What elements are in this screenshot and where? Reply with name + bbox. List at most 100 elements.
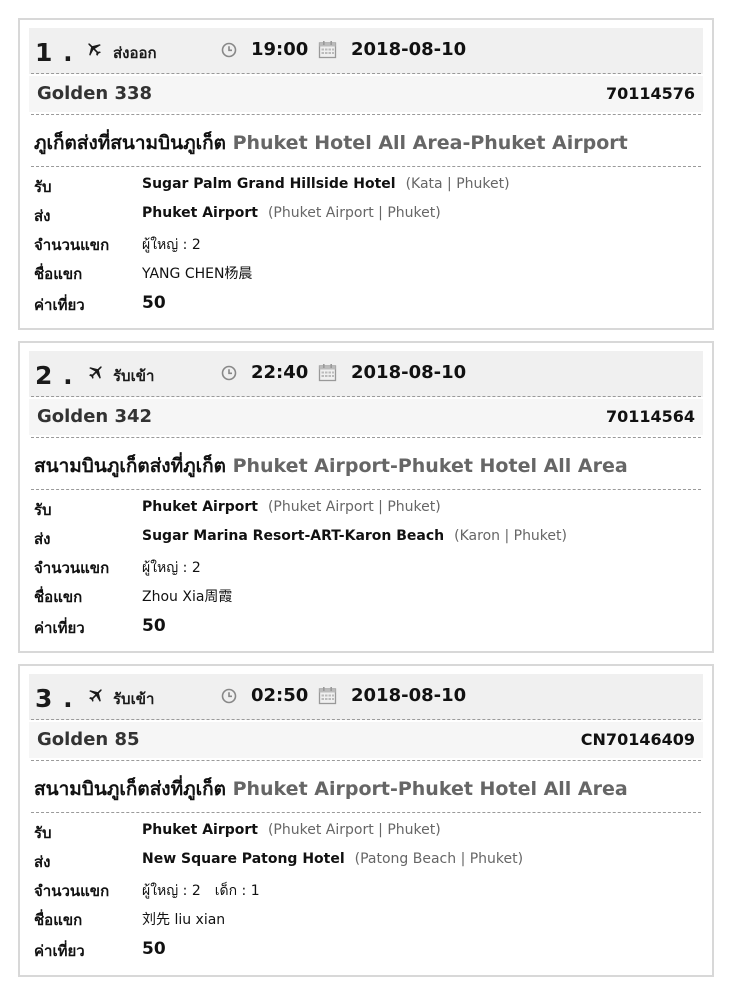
route-title: สนามบินภูเก็ตส่งที่ภูเก็ต Phuket Airport…: [34, 451, 628, 481]
booking-card: 3 . รับเข้า 02:50 2018-08-10 Golden 85 C…: [18, 664, 714, 977]
trip-type-label: ส่งออก: [113, 44, 157, 62]
booking-number: 3 .: [35, 684, 74, 713]
guest-count-value: ผู้ใหญ่ : 2: [142, 234, 201, 256]
clock-icon: [221, 365, 237, 381]
dropoff-value: Sugar Marina Resort-ART-Karon Beach (Karo…: [142, 528, 567, 544]
guest-name-label: ชื่อแขก: [34, 911, 83, 929]
divider: [31, 166, 701, 167]
guest-name-label: ชื่อแขก: [34, 265, 83, 283]
route-title: สนามบินภูเก็ตส่งที่ภูเก็ต Phuket Airport…: [34, 774, 628, 804]
booking-code: CN70146409: [580, 730, 695, 749]
pickup-date: 2018-08-10: [351, 362, 467, 383]
vehicle-name: Golden 338: [37, 83, 153, 104]
pickup-time: 22:40: [251, 362, 309, 383]
fare-label: ค่าเที่ยว: [34, 296, 85, 314]
fare-value: 50: [142, 293, 166, 313]
guest-count-value: ผู้ใหญ่ : 2: [142, 557, 201, 579]
guest-count-label: จำนวนแขก: [34, 882, 110, 900]
pickup-label: รับ: [34, 501, 52, 519]
booking-card: 1 . ส่งออก 19:00 2018-08-10 Golden 338 7…: [18, 18, 714, 330]
divider: [31, 437, 701, 438]
dropoff-label: ส่ง: [34, 853, 51, 871]
pickup-place: Phuket Airport: [142, 822, 258, 838]
pickup-value: Phuket Airport (Phuket Airport | Phuket): [142, 499, 441, 515]
clock-icon: [221, 42, 237, 58]
adult-count: ผู้ใหญ่ : 2: [142, 883, 201, 899]
pickup-place: Phuket Airport: [142, 499, 258, 515]
pickup-value: Sugar Palm Grand Hillside Hotel (Kata | P…: [142, 176, 510, 192]
booking-card: 2 . รับเข้า 22:40 2018-08-10 Golden 342 …: [18, 341, 714, 653]
guest-name: YANG CHEN杨晨: [142, 266, 253, 282]
dropoff-place: Sugar Marina Resort-ART-Karon Beach: [142, 528, 445, 544]
booking-number: 1 .: [35, 38, 74, 67]
vehicle-row: Golden 342 70114564: [29, 399, 703, 435]
vehicle-name: Golden 85: [37, 729, 140, 750]
booking-number: 2 .: [35, 361, 74, 390]
child-count: เด็ก : 1: [214, 883, 260, 899]
plane-takeoff-icon: [88, 43, 101, 56]
pickup-location: (Phuket Airport | Phuket): [267, 499, 441, 515]
booking-code: 70114576: [605, 84, 695, 103]
guest-name-label: ชื่อแขก: [34, 588, 83, 606]
pickup-place: Sugar Palm Grand Hillside Hotel: [142, 176, 396, 192]
clock-icon: [221, 688, 237, 704]
dropoff-value: Phuket Airport (Phuket Airport | Phuket): [142, 205, 441, 221]
calendar-icon: [318, 364, 337, 382]
divider: [31, 114, 701, 115]
route-english: Phuket Airport-Phuket Hotel All Area: [232, 778, 628, 800]
adult-count: ผู้ใหญ่ : 2: [142, 237, 201, 253]
divider: [31, 396, 701, 397]
guest-count-value: ผู้ใหญ่ : 2 เด็ก : 1: [142, 880, 260, 902]
guest-count-label: จำนวนแขก: [34, 559, 110, 577]
booking-header: 3 . รับเข้า 02:50 2018-08-10: [29, 674, 703, 720]
booking-header: 2 . รับเข้า 22:40 2018-08-10: [29, 351, 703, 397]
route-thai: ภูเก็ตส่งที่สนามบินภูเก็ต: [34, 132, 226, 154]
dropoff-place: Phuket Airport: [142, 205, 258, 221]
guest-count-label: จำนวนแขก: [34, 236, 110, 254]
dropoff-location: (Karon | Phuket): [454, 528, 567, 544]
pickup-location: (Kata | Phuket): [405, 176, 510, 192]
adult-count: ผู้ใหญ่ : 2: [142, 560, 201, 576]
fare-label: ค่าเที่ยว: [34, 942, 85, 960]
booking-code: 70114564: [605, 407, 695, 426]
plane-landing-icon: [89, 366, 102, 379]
calendar-icon: [318, 687, 337, 705]
guest-name: Zhou Xia周霞: [142, 589, 233, 605]
dropoff-value: New Square Patong Hotel (Patong Beach | P…: [142, 851, 523, 867]
route-thai: สนามบินภูเก็ตส่งที่ภูเก็ต: [34, 455, 226, 477]
pickup-time: 02:50: [251, 685, 309, 706]
route-title: ภูเก็ตส่งที่สนามบินภูเก็ต Phuket Hotel A…: [34, 128, 628, 158]
dropoff-label: ส่ง: [34, 207, 51, 225]
divider: [31, 719, 701, 720]
pickup-location: (Phuket Airport | Phuket): [267, 822, 441, 838]
dropoff-place: New Square Patong Hotel: [142, 851, 345, 867]
divider: [31, 73, 701, 74]
vehicle-row: Golden 85 CN70146409: [29, 722, 703, 758]
trip-type-label: รับเข้า: [113, 367, 155, 385]
pickup-time: 19:00: [251, 39, 309, 60]
dropoff-location: (Phuket Airport | Phuket): [267, 205, 441, 221]
fare-value: 50: [142, 939, 166, 959]
pickup-date: 2018-08-10: [351, 39, 467, 60]
plane-landing-icon: [89, 689, 102, 702]
dropoff-label: ส่ง: [34, 530, 51, 548]
divider: [31, 812, 701, 813]
divider: [31, 760, 701, 761]
guest-name: 刘先 liu xian: [142, 912, 226, 928]
pickup-date: 2018-08-10: [351, 685, 467, 706]
route-english: Phuket Hotel All Area-Phuket Airport: [232, 132, 628, 154]
calendar-icon: [318, 41, 337, 59]
fare-value: 50: [142, 616, 166, 636]
vehicle-row: Golden 338 70114576: [29, 76, 703, 112]
divider: [31, 489, 701, 490]
trip-type-label: รับเข้า: [113, 690, 155, 708]
route-thai: สนามบินภูเก็ตส่งที่ภูเก็ต: [34, 778, 226, 800]
fare-label: ค่าเที่ยว: [34, 619, 85, 637]
pickup-label: รับ: [34, 824, 52, 842]
dropoff-location: (Patong Beach | Phuket): [354, 851, 524, 867]
route-english: Phuket Airport-Phuket Hotel All Area: [232, 455, 628, 477]
pickup-value: Phuket Airport (Phuket Airport | Phuket): [142, 822, 441, 838]
vehicle-name: Golden 342: [37, 406, 153, 427]
booking-header: 1 . ส่งออก 19:00 2018-08-10: [29, 28, 703, 74]
pickup-label: รับ: [34, 178, 52, 196]
